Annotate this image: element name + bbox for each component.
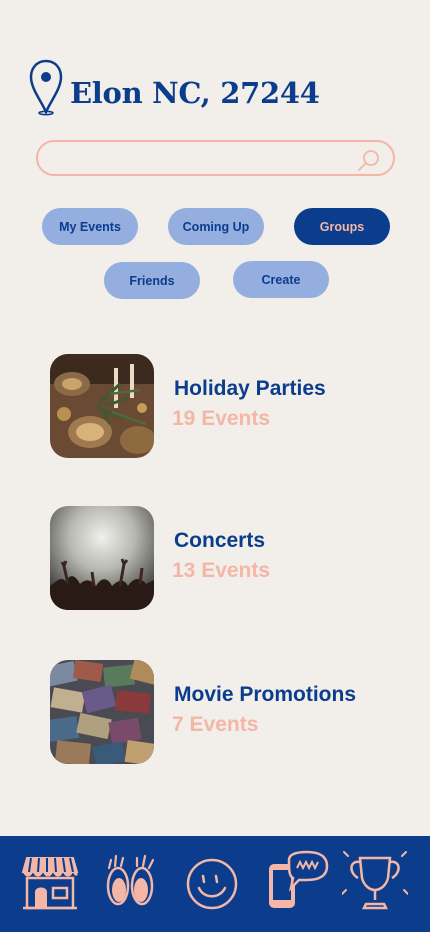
filter-coming-up[interactable]: Coming Up — [168, 208, 264, 245]
group-title: Movie Promotions — [174, 683, 357, 706]
filter-create[interactable]: Create — [233, 261, 329, 298]
eyes-icon — [106, 854, 155, 906]
group-event-count: 7 Events — [172, 713, 259, 736]
search-bar[interactable] — [36, 140, 395, 176]
group-card-concerts[interactable]: Concerts 13 Events — [50, 506, 390, 610]
search-input[interactable] — [38, 142, 338, 174]
location-header: Elon NC, 27244 — [28, 58, 320, 116]
phone-chat-icon — [269, 850, 329, 908]
nav-store[interactable] — [17, 850, 83, 916]
group-event-count: 19 Events — [172, 407, 271, 430]
nav-messages[interactable] — [263, 850, 329, 916]
group-event-count: 13 Events — [172, 559, 271, 582]
nav-watch[interactable] — [97, 850, 163, 916]
bottom-nav — [0, 836, 430, 932]
concert-crowd-photo — [50, 506, 154, 610]
holiday-party-photo — [50, 354, 154, 458]
nav-profile[interactable] — [179, 850, 245, 916]
location-pin-icon — [29, 59, 63, 116]
location-text: Elon NC, 27244 — [70, 76, 320, 110]
filter-my-events[interactable]: My Events — [42, 208, 138, 245]
group-card-movie-promotions[interactable]: Movie Promotions 7 Events — [50, 660, 390, 764]
group-title: Concerts — [174, 529, 266, 552]
movie-cassettes-photo — [50, 660, 154, 764]
store-icon — [21, 857, 79, 910]
group-card-holiday-parties[interactable]: Holiday Parties 19 Events — [50, 354, 390, 458]
nav-rewards[interactable] — [341, 850, 409, 916]
group-title: Holiday Parties — [174, 377, 326, 400]
filter-groups[interactable]: Groups — [294, 208, 390, 245]
search-icon[interactable] — [357, 148, 381, 172]
trophy-icon — [341, 851, 409, 910]
smiley-face-icon — [186, 858, 238, 910]
filter-friends[interactable]: Friends — [104, 262, 200, 299]
